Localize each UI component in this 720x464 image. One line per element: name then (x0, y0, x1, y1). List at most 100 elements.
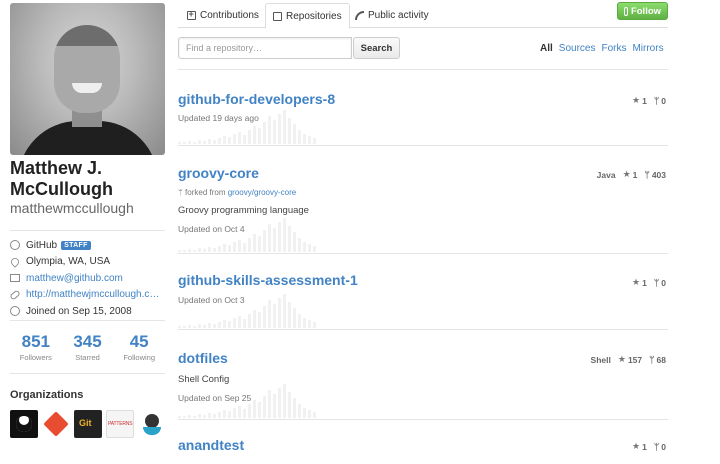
repo-language: Java (596, 169, 616, 180)
repo-fork-info: ᛘ forked from groovy/groovy-core (178, 188, 296, 197)
repo-forks[interactable]: ᛘ 68 (649, 355, 666, 365)
fork-icon: ᛘ (653, 277, 660, 288)
repo-forks[interactable]: ᛘ0 (654, 442, 666, 452)
octocat-org-icon[interactable] (138, 410, 166, 438)
star-icon: ★ (622, 169, 631, 179)
repo-name-link[interactable]: groovy-core (178, 165, 259, 181)
repo-stars-count: 1 (642, 277, 647, 288)
pro-git-org-icon[interactable]: Git (74, 410, 102, 438)
profile-tabs: Contributions Repositories Public activi… (178, 3, 668, 29)
repo-name-link[interactable]: dotfiles (178, 350, 228, 366)
repo-name-link[interactable]: anandtest (178, 437, 244, 453)
detail-joined: Joined on Sep 15, 2008 (10, 303, 165, 319)
repo-book-icon (273, 11, 282, 21)
organization-icon (10, 240, 20, 250)
tab-contributions-label: Contributions (200, 10, 259, 21)
repo-forks[interactable]: ᛘ 403 (644, 170, 666, 180)
followers-count: 851 (21, 332, 51, 351)
repo-search-input[interactable] (178, 37, 352, 59)
organizations-title: Organizations (10, 389, 84, 401)
repo-language: Shell (590, 354, 611, 365)
repo-name-link[interactable]: github-skills-assessment-1 (178, 272, 358, 288)
profile-fullname: Matthew J. McCullough (10, 158, 170, 200)
repo-stars-count: 157 (627, 354, 643, 365)
filter-sources[interactable]: Sources (559, 43, 596, 54)
follow-button[interactable]: Follow (617, 2, 668, 20)
followers-label: Followers (19, 353, 52, 362)
fullname-line-2: McCullough (10, 179, 113, 199)
git-org-icon[interactable] (42, 410, 70, 438)
repo-description: Shell Config (178, 374, 230, 385)
fork-icon: ᛘ (649, 354, 655, 365)
repo-stars-count: 1 (632, 169, 638, 180)
repo-stars[interactable]: ★ 1 (632, 95, 647, 106)
repo-forks-count: 0 (661, 277, 666, 288)
fork-icon: ᛘ (653, 95, 660, 106)
repo-stats: ★ 1 ᛘ0 (632, 95, 666, 106)
repo-stars[interactable]: ★ 1 (632, 277, 647, 288)
plus-box-icon (187, 9, 196, 20)
filter-forks[interactable]: Forks (601, 43, 626, 54)
repo-updated: Updated 19 days ago (178, 113, 259, 123)
repo-forks[interactable]: ᛘ0 (654, 96, 666, 106)
rss-icon (355, 11, 364, 20)
detail-website: http://matthewjmccullough.co... (9, 287, 165, 303)
stat-following[interactable]: 45 Following (113, 321, 165, 373)
profile-username: matthewmccullough (10, 200, 134, 216)
stat-followers[interactable]: 851 Followers (10, 321, 62, 373)
staff-badge: STAFF (61, 240, 91, 250)
website-link[interactable]: http://matthewjmccullough.co... (26, 289, 161, 300)
repo-updated: Updated on Oct 4 (178, 224, 245, 234)
repo-forks-count: 0 (661, 95, 666, 106)
repo-list: github-for-developers-8 Updated 19 days … (178, 69, 668, 464)
star-icon: ★ (632, 95, 641, 105)
tab-public-activity-label: Public activity (368, 10, 429, 21)
repo-stars-count: 1 (642, 441, 647, 452)
repo-stats: ★ 1 ᛘ0 (632, 441, 666, 452)
tab-repositories[interactable]: Repositories (265, 3, 350, 29)
repo-stars[interactable]: ★ 157 (618, 354, 642, 365)
repo-item: dotfiles Shell Config Updated on Sep 25 … (178, 329, 668, 419)
location-icon (9, 255, 21, 268)
clock-icon (10, 306, 20, 316)
star-icon: ★ (617, 354, 626, 364)
company-name: GitHub (26, 239, 58, 251)
github-org-icon[interactable] (10, 410, 38, 438)
email-link[interactable]: matthew@github.com (26, 273, 123, 284)
star-icon: ★ (632, 277, 641, 287)
repo-stats: Shell ★ 157 ᛘ 68 (591, 354, 666, 365)
repo-description: Groovy programming language (178, 205, 309, 216)
profile-stats: 851 Followers 345 Starred 45 Following (10, 320, 165, 374)
detail-location: Olympia, WA, USA (9, 254, 165, 270)
patterns-org-icon[interactable]: PATTERNS (106, 410, 134, 438)
repo-name-link[interactable]: github-for-developers-8 (178, 91, 335, 107)
repo-updated: Updated on Oct 3 (178, 295, 245, 305)
repo-stars[interactable]: ★ 1 (632, 441, 647, 452)
tab-contributions[interactable]: Contributions (180, 3, 266, 28)
fork-source-link[interactable]: groovy/groovy-core (228, 188, 296, 197)
repo-stars[interactable]: ★ 1 (623, 169, 638, 180)
organizations-list: Git PATTERNS (10, 410, 166, 438)
fullname-line-1: Matthew J. (10, 158, 103, 178)
link-icon (9, 288, 21, 301)
search-button[interactable]: Search (353, 37, 400, 59)
fork-icon: ᛘ (653, 441, 660, 452)
repo-forks-count: 403 (651, 169, 666, 180)
repo-item: github-for-developers-8 Updated 19 days … (178, 69, 668, 145)
filter-all[interactable]: All (540, 43, 553, 54)
filter-mirrors[interactable]: Mirrors (632, 43, 663, 54)
detail-company: GitHub STAFF (10, 237, 165, 253)
stat-starred[interactable]: 345 Starred (62, 321, 114, 373)
repo-forks[interactable]: ᛘ0 (654, 278, 666, 288)
fork-small-icon: ᛘ (178, 188, 186, 197)
detail-email: matthew@github.com (10, 270, 165, 286)
repo-stats: ★ 1 ᛘ0 (632, 277, 666, 288)
star-icon: ★ (632, 441, 641, 451)
tab-public-activity[interactable]: Public activity (348, 3, 436, 28)
repo-updated: Updated on Sep 25 (178, 393, 252, 403)
activity-sparkline (178, 106, 438, 144)
repo-forks-count: 68 (656, 354, 666, 365)
location-text: Olympia, WA, USA (26, 256, 111, 267)
repo-filters: All Sources Forks Mirrors (540, 43, 664, 54)
profile-details: GitHub STAFF Olympia, WA, USA matthew@gi… (9, 230, 165, 320)
